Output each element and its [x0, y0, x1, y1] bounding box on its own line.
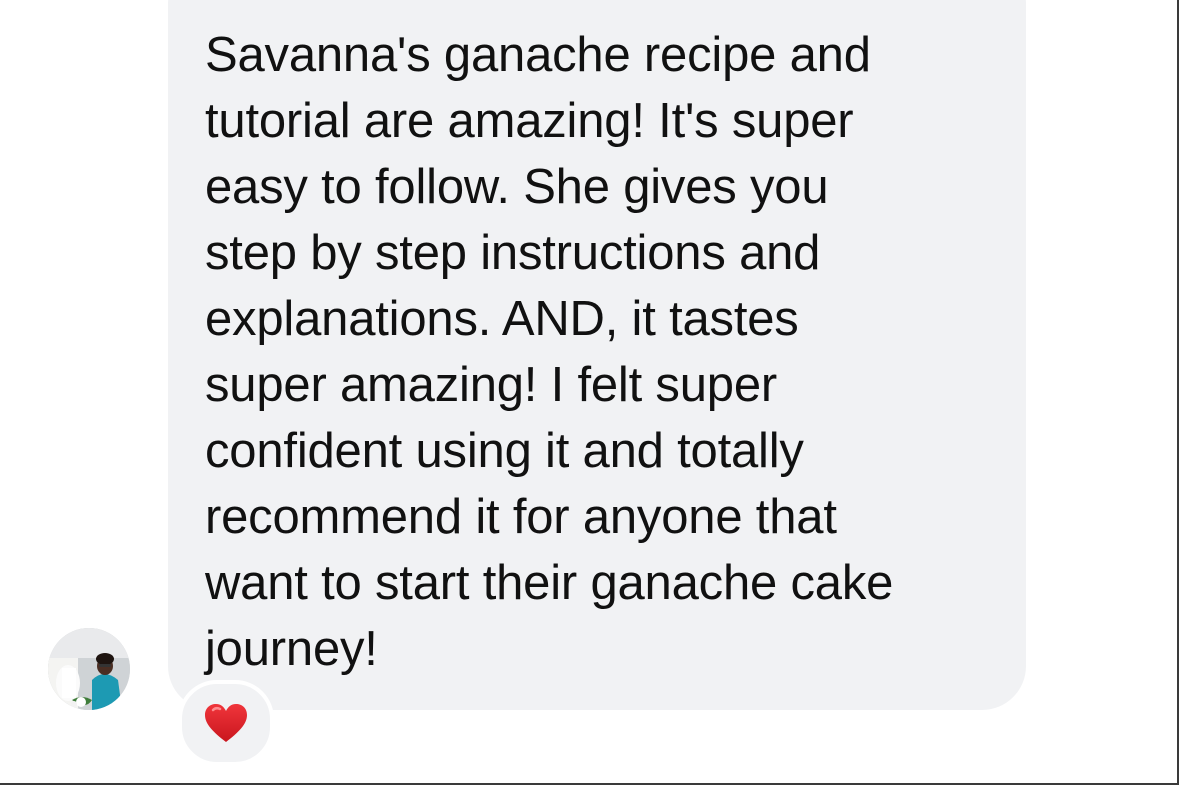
message-line: confident using it and totally — [205, 424, 804, 478]
heart-reaction[interactable] — [178, 680, 274, 766]
message-line: tutorial are amazing! It's super — [205, 94, 854, 148]
message-line: explanations. AND, it tastes — [205, 292, 799, 346]
profile-photo-avatar-icon — [48, 628, 130, 710]
message-line: want to start their ganache cake — [205, 556, 894, 610]
red-heart-icon — [205, 704, 247, 742]
message-line: journey! — [205, 622, 378, 676]
message-text: Savanna's ganache recipe and tutorial ar… — [205, 22, 1005, 682]
message-line: step by step instructions and — [205, 226, 821, 280]
sender-avatar[interactable] — [48, 628, 130, 710]
message-line: easy to follow. She gives you — [205, 160, 829, 214]
message-line: Savanna's ganache recipe and — [205, 28, 871, 82]
message-line: recommend it for anyone that — [205, 490, 837, 544]
message-line: super amazing! I felt super — [205, 358, 778, 412]
